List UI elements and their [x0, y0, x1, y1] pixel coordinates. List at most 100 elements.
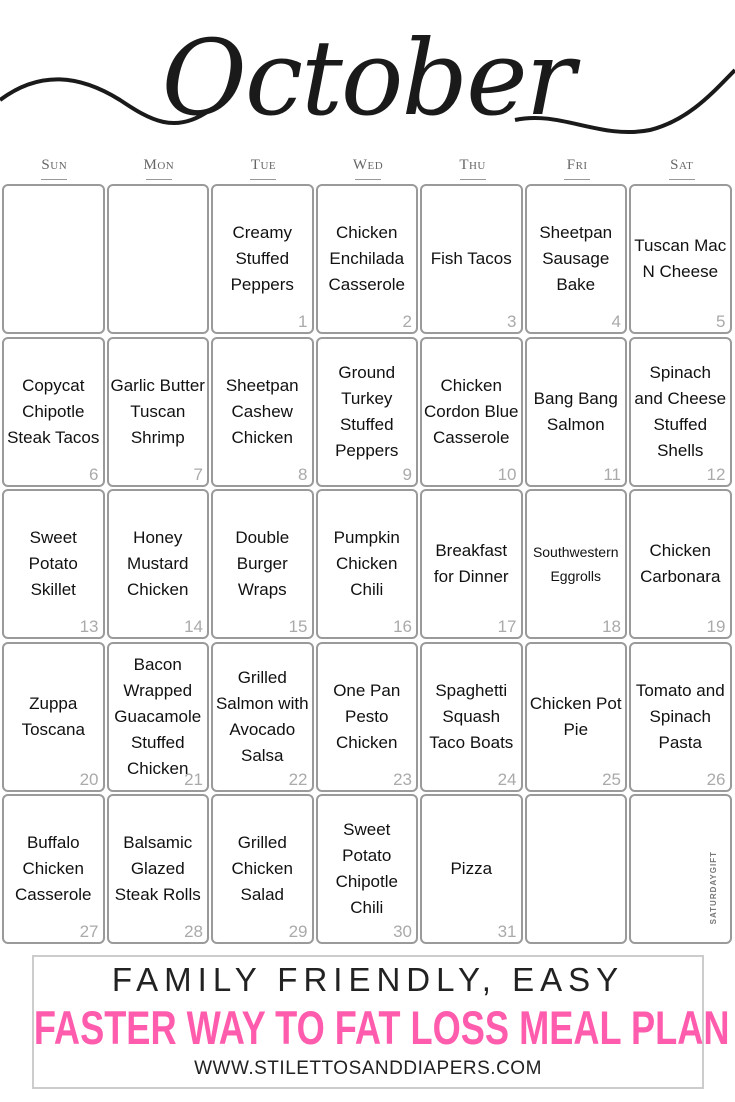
- calendar-day-cell: Chicken Cordon Blue Casserole 10: [420, 336, 523, 487]
- meal-name: Creamy Stuffed Peppers: [230, 223, 294, 294]
- calendar-day-cell: Grilled Chicken Salad 29: [211, 794, 314, 944]
- meal-name: Copycat Chipotle Steak Tacos: [7, 375, 100, 447]
- meal-name: Grilled Chicken Salad: [231, 833, 293, 904]
- meal-name: Tuscan Mac N Cheese: [634, 236, 727, 281]
- day-number: 15: [288, 617, 308, 636]
- calendar-day-cell: Balsamic Glazed Steak Rolls 28: [106, 794, 209, 944]
- calendar-empty-cell: [106, 184, 209, 334]
- day-number: 31: [497, 922, 517, 941]
- day-number: 7: [193, 464, 203, 484]
- meal-name: Pizza: [450, 859, 493, 878]
- meal-name: Sweet Potato Skillet: [28, 528, 78, 599]
- meal-name: Sheetpan Cashew Chicken: [225, 375, 299, 447]
- calendar-empty-cell: [524, 794, 627, 944]
- calendar-day-cell: Southwestern Eggrolls 18: [524, 489, 627, 639]
- calendar-day-cell: One Pan Pesto Chicken 23: [315, 641, 418, 792]
- meal-name: Fish Tacos: [430, 249, 512, 268]
- day-number: 13: [79, 617, 99, 636]
- meal-name: Chicken Enchilada Casserole: [328, 223, 406, 294]
- calendar-day-cell: Tomato and Spinach Pasta 26: [629, 641, 732, 792]
- meal-name: Sweet Potato Chipotle Chili: [335, 820, 398, 917]
- calendar-day-cell: Chicken Pot Pie 25: [524, 641, 627, 792]
- dow-sun: Sun: [2, 157, 107, 181]
- meal-name: Sheetpan Sausage Bake: [539, 223, 613, 294]
- calendar-day-cell: Bacon Wrapped Guacamole Stuffed Chicken 2…: [106, 641, 209, 792]
- dow-mon: Mon: [107, 157, 212, 181]
- calendar-day-cell: Sweet Potato Skillet 13: [2, 489, 105, 639]
- footer-subtitle: FAMILY FRIENDLY, EASY: [111, 961, 625, 998]
- meal-name: Buffalo Chicken Casserole: [14, 833, 92, 904]
- day-number: 19: [706, 617, 726, 636]
- watermark-logo: SATURDAYGIFT: [708, 850, 718, 924]
- day-number: 26: [706, 769, 726, 789]
- day-number: 29: [288, 922, 308, 941]
- meal-name: Honey Mustard Chicken: [127, 528, 189, 599]
- meal-name: Southwestern Eggrolls: [532, 544, 619, 584]
- day-number: 3: [507, 312, 517, 331]
- meal-name: Double Burger Wraps: [235, 528, 290, 599]
- day-number: 22: [288, 769, 308, 789]
- day-number: 8: [298, 464, 308, 484]
- calendar-day-cell: Sweet Potato Chipotle Chili 30: [315, 794, 418, 944]
- footer-title: FASTER WAY TO FAT LOSS MEAL PLAN: [33, 1001, 730, 1054]
- meal-name: Spinach and Cheese Stuffed Shells: [634, 362, 727, 460]
- calendar-day-cell: Garlic Butter Tuscan Shrimp 7: [106, 336, 209, 487]
- day-number: 28: [184, 922, 203, 941]
- day-number: 1: [298, 312, 308, 331]
- calendar-day-cell: Zuppa Toscana 20: [2, 641, 105, 792]
- calendar-day-cell: Honey Mustard Chicken 14: [106, 489, 209, 639]
- calendar-day-cell: Double Burger Wraps 15: [211, 489, 314, 639]
- meal-name: Ground Turkey Stuffed Peppers: [335, 362, 399, 460]
- meal-name: Garlic Butter Tuscan Shrimp: [110, 375, 205, 447]
- days-of-week-header: Sun Mon Tue Wed Thu Fri Sat: [2, 157, 734, 181]
- day-number: 17: [497, 617, 517, 636]
- meal-name: Zuppa Toscana: [21, 693, 85, 739]
- calendar-day-cell: Chicken Carbonara 19: [629, 489, 732, 639]
- meal-name: Balsamic Glazed Steak Rolls: [114, 833, 201, 904]
- calendar-day-cell: Buffalo Chicken Casserole 27: [2, 794, 105, 944]
- meal-name: Grilled Salmon with Avocado Salsa: [215, 667, 309, 765]
- meal-name: Breakfast for Dinner: [433, 541, 509, 586]
- meal-name: Bacon Wrapped Guacamole Stuffed Chicken: [114, 654, 202, 778]
- calendar-empty-cell: SATURDAYGIFT: [629, 794, 732, 944]
- calendar-day-cell: Spinach and Cheese Stuffed Shells 12: [629, 336, 732, 487]
- calendar-day-cell: Spaghetti Squash Taco Boats 24: [420, 641, 523, 792]
- month-title: October: [161, 17, 576, 139]
- calendar-day-cell: Ground Turkey Stuffed Peppers 9: [315, 336, 418, 487]
- calendar-day-cell: Sheetpan Cashew Chicken 8: [211, 336, 314, 487]
- month-title-banner: October: [0, 0, 735, 155]
- day-number: 21: [184, 769, 203, 789]
- meal-name: Pumpkin Chicken Chili: [333, 528, 400, 599]
- dow-sat: Sat: [629, 157, 734, 181]
- day-number: 9: [402, 464, 412, 484]
- calendar-day-cell: Pizza 31: [420, 794, 523, 944]
- day-number: 20: [79, 769, 99, 789]
- calendar-day-cell: Bang Bang Salmon 11: [524, 336, 627, 487]
- calendar-day-cell: Grilled Salmon with Avocado Salsa 22: [211, 641, 314, 792]
- day-number: 5: [716, 312, 726, 331]
- day-number: 24: [497, 769, 517, 789]
- day-number: 2: [402, 312, 412, 331]
- day-number: 18: [602, 617, 621, 636]
- dow-tue: Tue: [211, 157, 316, 181]
- day-number: 10: [497, 464, 517, 484]
- calendar-day-cell: Sheetpan Sausage Bake 4: [524, 184, 627, 334]
- calendar-day-cell: Tuscan Mac N Cheese 5: [629, 184, 732, 334]
- calendar-day-cell: Chicken Enchilada Casserole 2: [315, 184, 418, 334]
- dow-fri: Fri: [525, 157, 630, 181]
- meal-name: Bang Bang Salmon: [533, 388, 618, 434]
- day-number: 6: [89, 464, 99, 484]
- meal-name: Spaghetti Squash Taco Boats: [429, 680, 514, 752]
- day-number: 12: [706, 464, 726, 484]
- meal-name: Chicken Pot Pie: [529, 693, 622, 739]
- day-number: 23: [393, 769, 412, 789]
- day-number: 30: [393, 922, 412, 941]
- dow-wed: Wed: [316, 157, 421, 181]
- day-number: 27: [79, 922, 99, 941]
- footer-website-link[interactable]: WWW.STILETTOSANDDIAPERS.COM: [34, 1055, 702, 1083]
- calendar-day-cell: Copycat Chipotle Steak Tacos 6: [2, 336, 105, 487]
- meal-name: One Pan Pesto Chicken: [333, 680, 401, 752]
- meal-name: Tomato and Spinach Pasta: [635, 680, 725, 752]
- calendar-day-cell: Creamy Stuffed Peppers 1: [211, 184, 314, 334]
- meal-name: Chicken Cordon Blue Casserole: [424, 375, 519, 447]
